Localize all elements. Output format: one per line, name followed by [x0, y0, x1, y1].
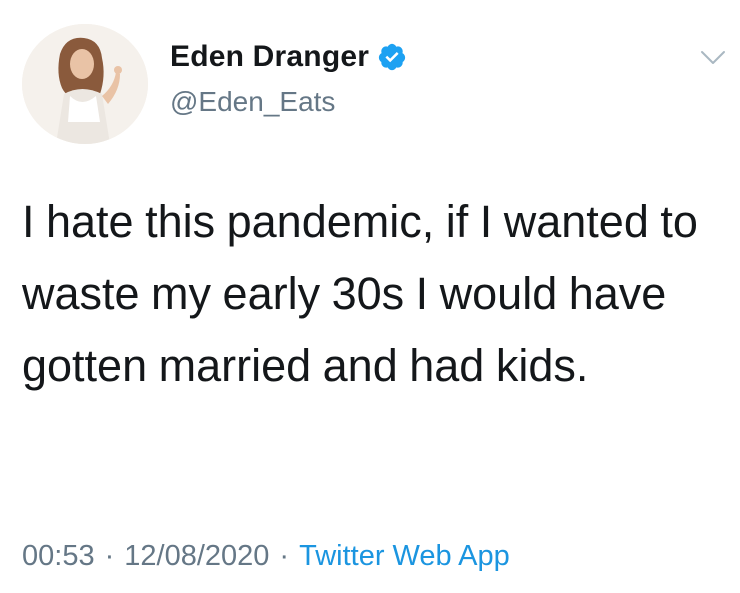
tweet-source-link[interactable]: Twitter Web App — [299, 540, 510, 572]
tweet-date[interactable]: 12/08/2020 — [124, 540, 269, 572]
verified-badge-icon — [377, 42, 407, 72]
avatar-photo — [22, 24, 148, 144]
author-display-name[interactable]: Eden Dranger — [170, 40, 369, 74]
tweet-meta: 00:53 · 12/08/2020 · Twitter Web App — [22, 540, 510, 573]
meta-separator: · — [104, 540, 115, 572]
author-name-row: Eden Dranger — [170, 40, 407, 74]
tweet-text: I hate this pandemic, if I wanted to was… — [22, 196, 698, 391]
meta-separator: · — [279, 540, 290, 572]
tweet-card: Eden Dranger @Eden_Eats I hate this pand… — [0, 0, 740, 593]
author-avatar[interactable] — [22, 24, 148, 144]
chevron-down-icon[interactable] — [696, 44, 730, 72]
tweet-time[interactable]: 00:53 — [22, 540, 95, 572]
author-handle[interactable]: @Eden_Eats — [170, 86, 335, 118]
